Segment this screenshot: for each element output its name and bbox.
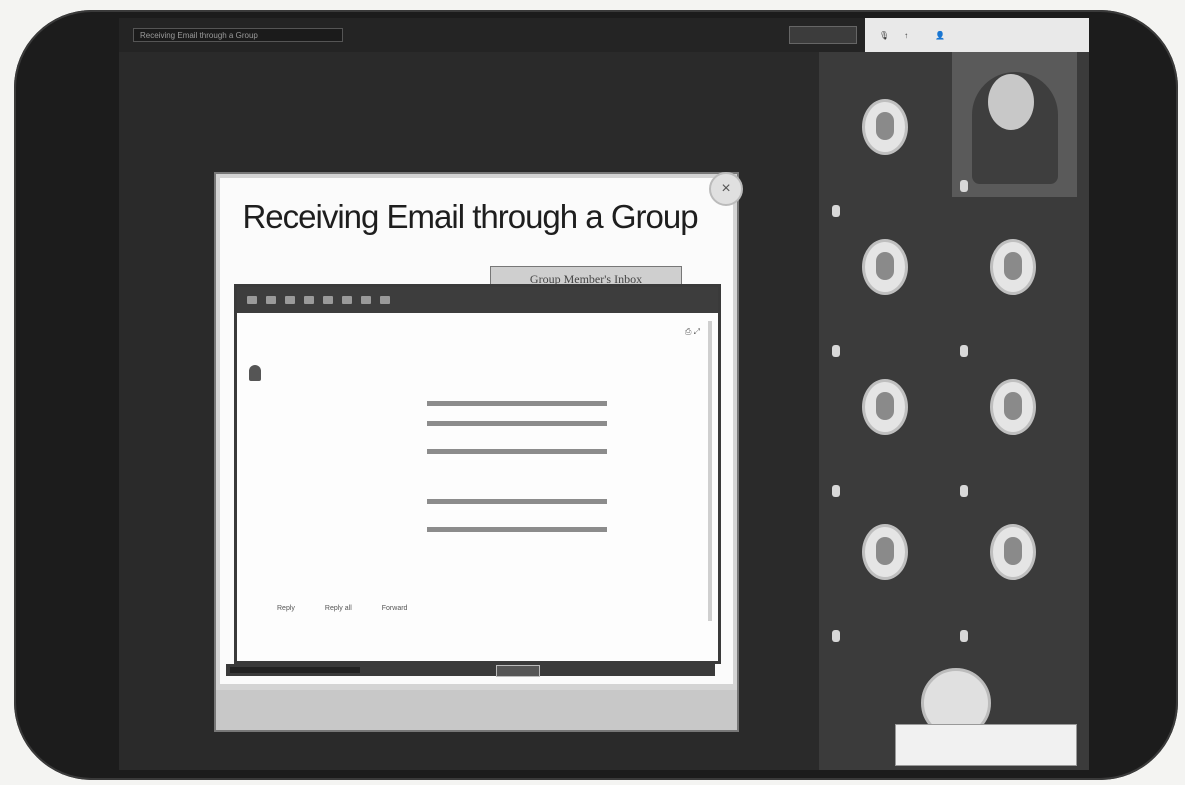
avatar (862, 239, 908, 295)
email-toolbar (237, 287, 718, 313)
avatar (862, 379, 908, 435)
mic-icon (832, 205, 840, 217)
mic-icon (960, 630, 968, 642)
email-window: ⎙ ⤢ Reply Reply all Forward (234, 284, 721, 664)
spam-icon[interactable] (285, 296, 295, 304)
header-value (427, 401, 607, 406)
participant-tile[interactable] (824, 502, 949, 647)
slide-footer (216, 690, 737, 730)
slide-content: Receiving Email through a Group Group Me… (220, 178, 733, 684)
slide-title: Receiving Email through a Group (242, 198, 698, 235)
header-row (267, 497, 707, 507)
mic-icon (960, 345, 968, 357)
reply-all-button[interactable]: Reply all (325, 605, 352, 612)
participant-tile[interactable] (824, 357, 949, 502)
share-control[interactable]: ↑ (904, 31, 911, 40)
label-icon[interactable] (380, 296, 390, 304)
header-row (267, 525, 707, 535)
strip-button[interactable] (496, 665, 540, 677)
progress-segment (230, 667, 360, 673)
participant-tile[interactable] (952, 502, 1077, 647)
slide-bottom-strip (226, 664, 715, 677)
mic-icon (960, 180, 968, 192)
device-bezel: Receiving Email through a Group 🎙 ↑ 👤 Re… (14, 10, 1178, 780)
shared-slide: Receiving Email through a Group Group Me… (214, 172, 743, 732)
archive-icon[interactable] (266, 296, 276, 304)
presentation-stage: Receiving Email through a Group Group Me… (119, 52, 819, 770)
header-value (427, 421, 607, 426)
people-icon: 👤 (935, 30, 946, 40)
video-face (988, 74, 1034, 130)
participant-tile[interactable] (824, 77, 949, 222)
share-icon: ↑ (904, 30, 909, 40)
participant-tile[interactable] (952, 217, 1077, 362)
mic-icon (960, 485, 968, 497)
notification-toast[interactable] (895, 724, 1077, 766)
clock-icon[interactable] (342, 296, 352, 304)
meeting-title: Receiving Email through a Group (133, 28, 343, 42)
participant-tile[interactable] (824, 217, 949, 362)
header-row (267, 447, 707, 457)
people-control[interactable]: 👤 (935, 31, 945, 40)
mic-icon (832, 345, 840, 357)
mail-icon[interactable] (323, 296, 333, 304)
mic-icon: 🎙 (879, 30, 890, 40)
sender-avatar (249, 365, 261, 381)
email-actions: Reply Reply all Forward (277, 605, 407, 612)
header-row (267, 419, 707, 429)
participant-video-tile[interactable] (952, 52, 1077, 197)
delete-icon[interactable] (304, 296, 314, 304)
header-value (427, 527, 607, 532)
avatar (862, 524, 908, 580)
header-row (267, 399, 707, 409)
header-value (427, 449, 607, 454)
back-icon[interactable] (247, 296, 257, 304)
print-icon[interactable]: ⎙ ⤢ (685, 327, 700, 337)
reply-button[interactable]: Reply (277, 605, 295, 612)
participant-tile[interactable] (952, 357, 1077, 502)
forward-button[interactable]: Forward (382, 605, 408, 612)
top-right-controls: 🎙 ↑ 👤 (865, 18, 1089, 52)
move-icon[interactable] (361, 296, 371, 304)
header-value (427, 499, 607, 504)
avatar (990, 239, 1036, 295)
avatar (990, 524, 1036, 580)
avatar (990, 379, 1036, 435)
mic-icon (832, 485, 840, 497)
avatar (862, 99, 908, 155)
email-scrollbar[interactable] (708, 321, 712, 621)
top-bar: Receiving Email through a Group 🎙 ↑ 👤 (119, 18, 1089, 52)
view-button[interactable] (789, 26, 857, 44)
participants-panel (819, 52, 1089, 770)
mic-icon (832, 630, 840, 642)
meeting-screen: Receiving Email through a Group 🎙 ↑ 👤 Re… (119, 18, 1089, 770)
mic-control[interactable]: 🎙 (879, 31, 892, 40)
close-icon[interactable]: × (709, 172, 743, 206)
